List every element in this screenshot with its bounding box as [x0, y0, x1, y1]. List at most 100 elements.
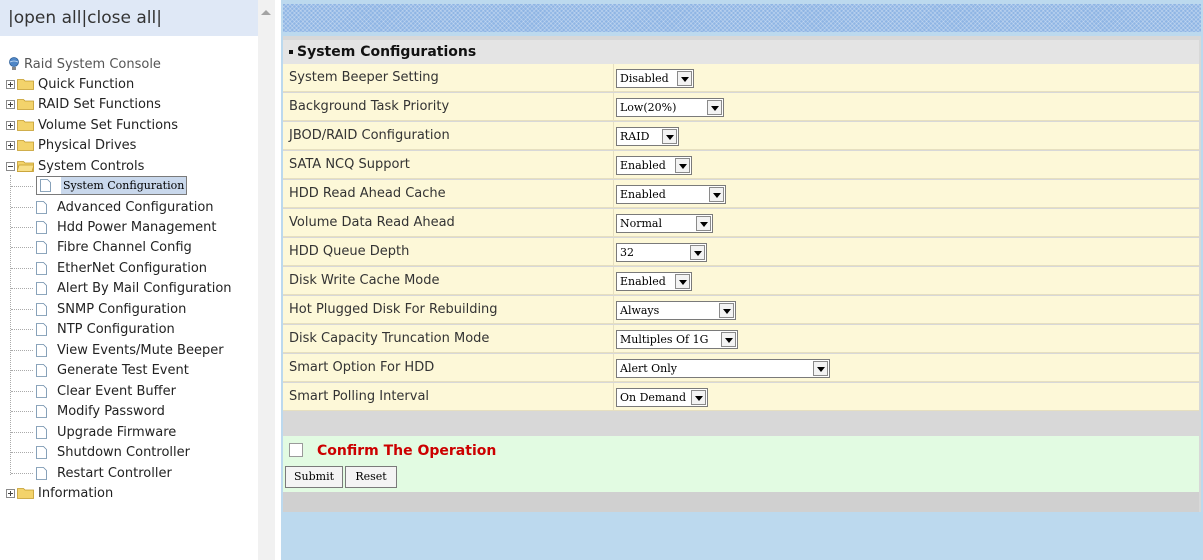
sata-ncq-select[interactable]: Enabled — [616, 156, 692, 175]
document-icon — [36, 445, 47, 459]
expand-icon[interactable] — [6, 140, 15, 150]
setting-label: HDD Queue Depth — [289, 244, 410, 259]
smart-option-select[interactable]: Alert Only — [616, 359, 830, 378]
tree-item-label: View Events/Mute Beeper — [57, 342, 224, 358]
dropdown-arrow-icon[interactable] — [691, 390, 706, 405]
tree-folder-information[interactable]: Information — [6, 483, 113, 503]
reset-button[interactable]: Reset — [345, 466, 397, 488]
bullet-icon — [289, 50, 293, 54]
dropdown-arrow-icon[interactable] — [709, 187, 724, 202]
document-icon — [36, 281, 47, 295]
open-close-toggle-bar: |open all|close all| — [0, 0, 258, 36]
tree-folder-label: Quick Function — [38, 76, 135, 92]
tree-folder-physical-drives[interactable]: Physical Drives — [6, 135, 136, 155]
open-all-link[interactable]: open all — [14, 8, 82, 28]
dropdown-arrow-icon[interactable] — [677, 71, 692, 86]
tree-item-label: EtherNet Configuration — [57, 260, 208, 276]
volume-read-ahead-select[interactable]: Normal — [616, 214, 713, 233]
jbod-raid-select[interactable]: RAID — [616, 127, 679, 146]
document-icon — [36, 384, 47, 398]
tree-item-label: Modify Password — [57, 403, 165, 419]
tree-item-label: System Configuration — [61, 177, 187, 194]
tree-scrollbar[interactable] — [258, 0, 275, 560]
tree-folder-system-controls[interactable]: System Controls — [6, 156, 144, 176]
select-value: Normal — [620, 217, 663, 230]
dropdown-arrow-icon[interactable] — [675, 158, 690, 173]
tree-folder-label: Physical Drives — [38, 137, 137, 153]
tree-item-generate-test-event[interactable]: Generate Test Event — [36, 360, 189, 380]
document-icon — [36, 343, 47, 357]
expand-icon[interactable] — [6, 99, 15, 109]
setting-row: HDD Queue Depth 32 — [283, 238, 1199, 266]
tree-item-label: Restart Controller — [57, 465, 172, 481]
dropdown-arrow-icon[interactable] — [719, 303, 734, 318]
scroll-up-arrow-icon[interactable] — [261, 10, 271, 15]
tree-folder-volume-set-functions[interactable]: Volume Set Functions — [6, 115, 178, 135]
dropdown-arrow-icon[interactable] — [690, 245, 705, 260]
tree-item-label: Upgrade Firmware — [57, 424, 177, 440]
tree-item-system-configuration[interactable]: System Configuration — [36, 176, 188, 195]
tree-item-alert-by-mail-configuration[interactable]: Alert By Mail Configuration — [36, 278, 232, 298]
expand-icon[interactable] — [6, 120, 15, 130]
tree-item-hdd-power-management[interactable]: Hdd Power Management — [36, 217, 217, 237]
expand-icon[interactable] — [6, 79, 15, 89]
tree-item-label: Alert By Mail Configuration — [57, 280, 232, 296]
hdd-queue-depth-select[interactable]: 32 — [616, 243, 707, 262]
dropdown-arrow-icon[interactable] — [721, 332, 736, 347]
background-task-priority-select[interactable]: Low(20%) — [616, 98, 724, 117]
submit-button[interactable]: Submit — [285, 466, 343, 488]
dropdown-arrow-icon[interactable] — [696, 216, 711, 231]
setting-row: Smart Option For HDD Alert Only — [283, 354, 1199, 382]
setting-label: HDD Read Ahead Cache — [289, 186, 446, 201]
tree-item-label: Hdd Power Management — [57, 219, 217, 235]
button-row: Submit Reset — [283, 466, 1199, 492]
dropdown-arrow-icon[interactable] — [662, 129, 677, 144]
tree-item-shutdown-controller[interactable]: Shutdown Controller — [36, 442, 190, 462]
tree-item-ntp-configuration[interactable]: NTP Configuration — [36, 319, 175, 339]
tree-item-advanced-configuration[interactable]: Advanced Configuration — [36, 197, 214, 217]
tree-item-view-events-mute-beeper[interactable]: View Events/Mute Beeper — [36, 340, 224, 360]
document-icon — [36, 363, 47, 377]
tree-connector — [11, 391, 33, 392]
tree-item-label: Generate Test Event — [57, 362, 189, 378]
tree-folder-raid-set-functions[interactable]: RAID Set Functions — [6, 94, 161, 114]
tree-connector — [11, 452, 33, 453]
tree-item-restart-controller[interactable]: Restart Controller — [36, 463, 172, 483]
tree-connector — [11, 247, 33, 248]
select-value: Low(20%) — [620, 101, 677, 114]
setting-row: System Beeper Setting Disabled — [283, 64, 1199, 92]
setting-value-cell: Enabled — [613, 267, 1200, 295]
tree-item-ethernet-configuration[interactable]: EtherNet Configuration — [36, 258, 207, 278]
setting-label: System Beeper Setting — [289, 70, 439, 85]
setting-row: Disk Write Cache Mode Enabled — [283, 267, 1199, 295]
system-beeper-select[interactable]: Disabled — [616, 69, 694, 88]
tree-item-fibre-channel-config[interactable]: Fibre Channel Config — [36, 237, 192, 257]
disk-write-cache-select[interactable]: Enabled — [616, 272, 692, 291]
document-icon — [36, 200, 47, 214]
dropdown-arrow-icon[interactable] — [813, 361, 828, 376]
tree-item-snmp-configuration[interactable]: SNMP Configuration — [36, 299, 186, 319]
smart-polling-interval-select[interactable]: On Demand — [616, 388, 708, 407]
dropdown-arrow-icon[interactable] — [675, 274, 690, 289]
hdd-read-ahead-select[interactable]: Enabled — [616, 185, 726, 204]
disk-capacity-truncation-select[interactable]: Multiples Of 1G — [616, 330, 738, 349]
tree-item-modify-password[interactable]: Modify Password — [36, 401, 165, 421]
tree-item-upgrade-firmware[interactable]: Upgrade Firmware — [36, 422, 176, 442]
collapse-icon[interactable] — [6, 161, 15, 171]
document-icon — [36, 261, 47, 275]
setting-value-cell: Enabled — [613, 180, 1200, 208]
tree-folder-quick-function[interactable]: Quick Function — [6, 74, 134, 94]
setting-label: SATA NCQ Support — [289, 157, 410, 172]
folder-icon — [17, 140, 34, 151]
tree-root[interactable]: Raid System Console — [8, 54, 161, 74]
close-all-link[interactable]: close all — [87, 8, 156, 28]
tree-item-clear-event-buffer[interactable]: Clear Event Buffer — [36, 381, 176, 401]
tree-folder-label: Information — [38, 485, 114, 501]
hot-plugged-disk-select[interactable]: Always — [616, 301, 736, 320]
confirm-checkbox[interactable] — [289, 443, 303, 457]
confirm-row: Confirm The Operation — [283, 436, 1199, 466]
dropdown-arrow-icon[interactable] — [707, 100, 722, 115]
expand-icon[interactable] — [6, 488, 15, 498]
setting-row: SATA NCQ Support Enabled — [283, 151, 1199, 179]
setting-row: Volume Data Read Ahead Normal — [283, 209, 1199, 237]
